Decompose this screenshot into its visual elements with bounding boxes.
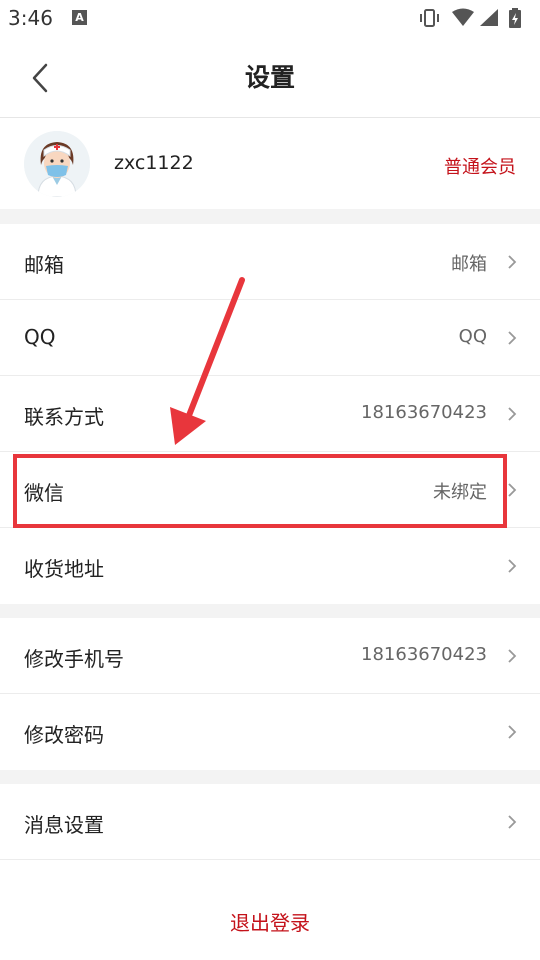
section-gap	[0, 209, 540, 224]
row-change-password[interactable]: 修改密码	[0, 694, 540, 770]
logout-button[interactable]: 退出登录	[0, 907, 540, 936]
row-message-settings[interactable]: 消息设置	[0, 784, 540, 860]
row-qq[interactable]: QQ QQ	[0, 300, 540, 376]
chevron-right-icon	[508, 483, 517, 497]
status-icons	[420, 8, 521, 28]
annotation-highlight-box	[13, 454, 507, 528]
chevron-right-icon	[508, 649, 517, 663]
page-title: 设置	[244, 63, 295, 92]
chevron-right-icon	[508, 559, 517, 573]
wifi-icon	[452, 8, 474, 26]
vibrate-icon	[420, 9, 439, 27]
row-value: 18163670423	[361, 644, 487, 665]
row-contact[interactable]: 联系方式 18163670423	[0, 376, 540, 452]
row-label: 修改密码	[24, 723, 104, 747]
battery-icon	[509, 8, 521, 28]
row-value: 邮箱	[451, 254, 487, 275]
row-label: QQ	[24, 325, 56, 349]
row-label: 邮箱	[24, 253, 64, 277]
member-level-badge: 普通会员	[444, 157, 516, 178]
row-value: QQ	[458, 326, 487, 347]
chevron-right-icon	[508, 331, 517, 345]
status-bar: 3:46 A	[0, 0, 540, 38]
section-gap	[0, 604, 540, 618]
divider	[0, 859, 540, 860]
username: zxc1122	[114, 152, 194, 174]
profile-card[interactable]: zxc1122 普通会员	[0, 119, 540, 209]
chevron-right-icon	[508, 815, 517, 829]
row-label: 收货地址	[24, 557, 104, 581]
row-email[interactable]: 邮箱 邮箱	[0, 224, 540, 300]
status-time: 3:46	[8, 6, 53, 30]
nav-bar: 设置	[0, 38, 540, 118]
row-label: 联系方式	[24, 405, 104, 429]
row-change-phone[interactable]: 修改手机号 18163670423	[0, 618, 540, 694]
nurse-avatar-icon	[24, 131, 90, 197]
chevron-right-icon	[508, 407, 517, 421]
signal-icon	[480, 9, 498, 26]
section-gap	[0, 770, 540, 784]
row-address[interactable]: 收货地址	[0, 528, 540, 604]
avatar[interactable]	[24, 131, 90, 197]
row-label: 修改手机号	[24, 647, 124, 671]
row-label: 消息设置	[24, 813, 104, 837]
chevron-right-icon	[508, 725, 517, 739]
notification-icon: A	[72, 10, 87, 25]
chevron-right-icon	[508, 255, 517, 269]
row-value: 18163670423	[361, 402, 487, 423]
